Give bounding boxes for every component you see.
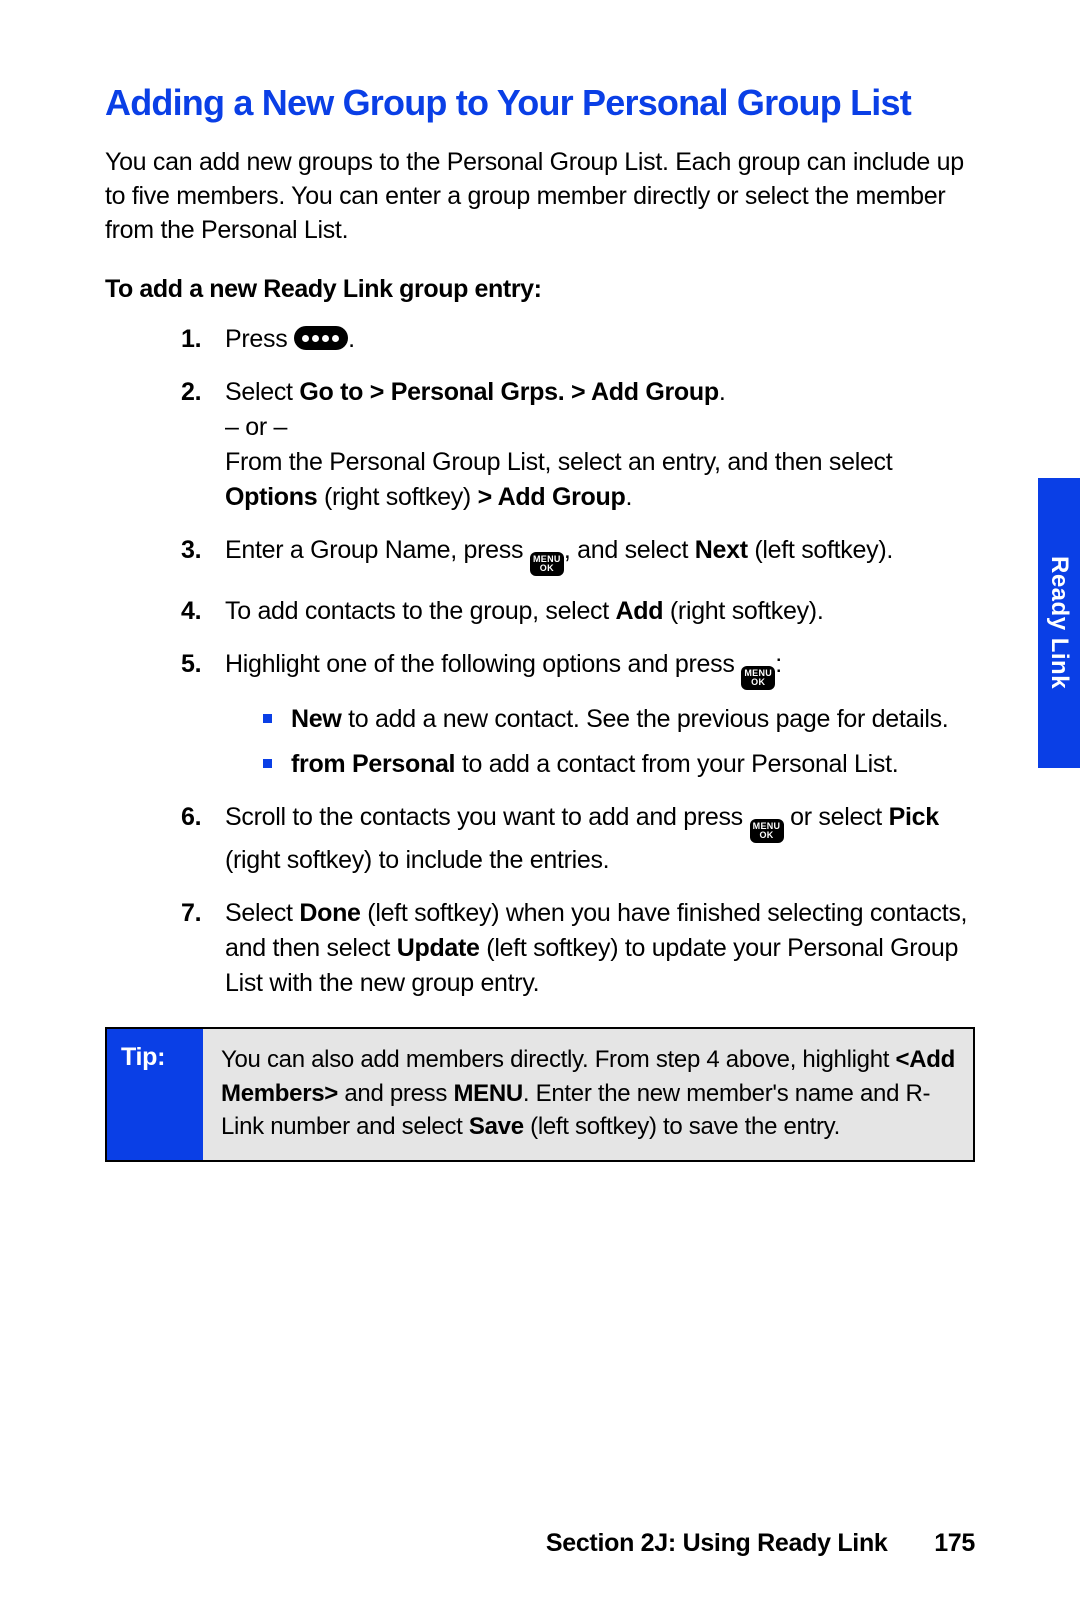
step-text: (left softkey). (748, 536, 893, 564)
option-list: New to add a new contact. See the previo… (263, 702, 975, 782)
step-text: (right softkey). (663, 597, 823, 625)
step-text: . (348, 325, 355, 353)
step-text: . (719, 378, 726, 406)
tip-body: You can also add members directly. From … (203, 1029, 973, 1160)
step-text: Enter a Group Name, press (225, 536, 530, 564)
step-2: Select Go to > Personal Grps. > Add Grou… (181, 375, 975, 515)
step-text: . (625, 483, 632, 511)
softkey-label: Next (695, 536, 748, 564)
four-dot-key-icon (294, 326, 348, 350)
step-7: Select Done (left softkey) when you have… (181, 896, 975, 1001)
intro-paragraph: You can add new groups to the Personal G… (105, 146, 975, 247)
step-text: Select (225, 899, 299, 927)
step-4: To add contacts to the group, select Add… (181, 594, 975, 629)
tip-text: You can also add members directly. From … (221, 1046, 896, 1073)
tip-emphasis: Save (469, 1113, 524, 1140)
tip-label: Tip: (107, 1029, 203, 1160)
menu-ok-key-icon: MENUOK (530, 552, 564, 576)
or-separator: – or – (225, 413, 287, 441)
tip-text: and press (338, 1080, 453, 1107)
option-name: New (291, 705, 342, 733)
step-text: Press (225, 325, 294, 353)
page-number: 175 (934, 1529, 975, 1557)
tip-box: Tip: You can also add members directly. … (105, 1027, 975, 1162)
step-text: Highlight one of the following options a… (225, 650, 741, 678)
step-text: Select (225, 378, 299, 406)
menu-path: Go to > Personal Grps. > Add Group (299, 378, 719, 406)
list-item: New to add a new contact. See the previo… (263, 702, 975, 737)
step-3: Enter a Group Name, press MENUOK, and se… (181, 533, 975, 576)
procedure-heading: To add a new Ready Link group entry: (105, 275, 975, 304)
step-text: (right softkey) (317, 483, 477, 511)
page-footer: Section 2J: Using Ready Link 175 (0, 1529, 1080, 1558)
menu-ok-key-icon: MENUOK (750, 819, 784, 843)
step-list: Press . Select Go to > Personal Grps. > … (105, 322, 975, 1001)
options-label: Options (225, 483, 317, 511)
tip-emphasis: MENU (453, 1080, 522, 1107)
menu-path: > Add Group (478, 483, 626, 511)
softkey-label: Update (397, 934, 480, 962)
option-desc: to add a new contact. See the previous p… (342, 705, 949, 733)
option-desc: to add a contact from your Personal List… (455, 750, 898, 778)
softkey-label: Pick (889, 803, 939, 831)
section-tab: Ready Link (1038, 478, 1080, 768)
section-label: Section 2J: Using Ready Link (546, 1529, 888, 1557)
step-1: Press . (181, 322, 975, 357)
step-5: Highlight one of the following options a… (181, 647, 975, 782)
step-text: : (775, 650, 782, 678)
page-title: Adding a New Group to Your Personal Grou… (105, 82, 975, 124)
step-text: From the Personal Group List, select an … (225, 448, 892, 476)
option-name: from Personal (291, 750, 455, 778)
tip-text: (left softkey) to save the entry. (524, 1113, 840, 1140)
softkey-label: Done (299, 899, 360, 927)
step-text: (right softkey) to include the entries. (225, 846, 609, 874)
step-text: , and select (564, 536, 695, 564)
step-text: Scroll to the contacts you want to add a… (225, 803, 750, 831)
step-text: or select (784, 803, 889, 831)
step-6: Scroll to the contacts you want to add a… (181, 800, 975, 878)
step-text: To add contacts to the group, select (225, 597, 616, 625)
list-item: from Personal to add a contact from your… (263, 747, 975, 782)
page-content: Adding a New Group to Your Personal Grou… (105, 82, 975, 1162)
softkey-label: Add (616, 597, 664, 625)
menu-ok-key-icon: MENUOK (741, 666, 775, 690)
